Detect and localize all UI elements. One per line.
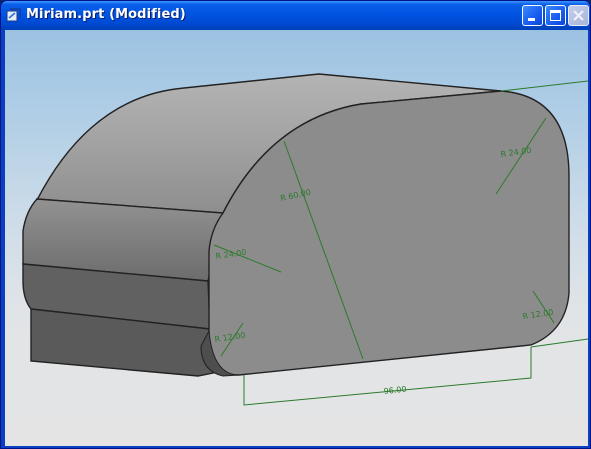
app-icon[interactable] <box>6 7 22 23</box>
maximize-icon <box>550 10 561 21</box>
width-96-label[interactable]: 96.00 <box>383 385 407 396</box>
minimize-button[interactable] <box>522 5 543 26</box>
close-icon <box>573 10 584 21</box>
app-window: Miriam.prt (Modified) R 60.00 R 24.00 R … <box>0 0 591 449</box>
cad-model-view[interactable]: R 60.00 R 24.00 R 24.00 R 12.00 R 12.00 … <box>5 30 588 446</box>
maximize-button[interactable] <box>545 5 566 26</box>
window-title: Miriam.prt (Modified) <box>26 7 186 22</box>
close-button[interactable] <box>568 5 589 26</box>
title-bar[interactable]: Miriam.prt (Modified) <box>1 1 590 30</box>
minimize-icon <box>528 18 535 21</box>
model-viewport[interactable]: R 60.00 R 24.00 R 24.00 R 12.00 R 12.00 … <box>5 30 588 446</box>
